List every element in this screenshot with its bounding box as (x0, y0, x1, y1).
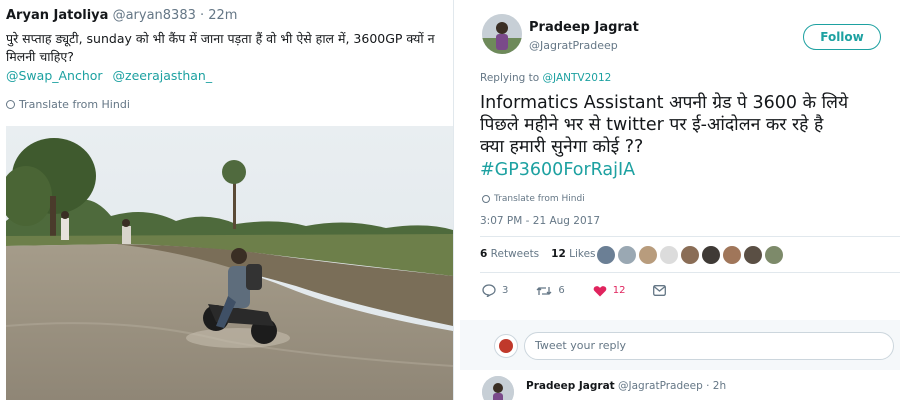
author-name[interactable]: Aryan Jatoliya (6, 8, 108, 23)
translate-link[interactable]: Translate from Hindi (6, 98, 130, 111)
user-avatar-image (499, 339, 513, 353)
hashtag-link[interactable]: #GP3600ForRajIA (480, 160, 635, 180)
author-handle[interactable]: @JagratPradeep (618, 380, 703, 392)
translate-link[interactable]: Translate from Hindi (482, 194, 585, 204)
avatar[interactable] (702, 246, 720, 264)
likes-count: 12 (551, 248, 566, 260)
avatar[interactable] (639, 246, 657, 264)
left-tweet: Aryan Jatoliya @aryan8383 · 22m पुरे सप्… (0, 0, 453, 400)
globe-icon (482, 195, 490, 203)
tweet-timestamp[interactable]: 3:07 PM - 21 Aug 2017 (480, 215, 600, 227)
tweet-time[interactable]: · 2h (706, 380, 726, 392)
divider (480, 272, 900, 273)
right-tweet: Pradeep Jagrat @JagratPradeep Follow Rep… (460, 0, 900, 400)
tweet-text: Informatics Assistant अपनी ग्रेड पे 3600… (480, 92, 900, 158)
next-reply-header: Pradeep Jagrat @JagratPradeep · 2h (526, 380, 726, 392)
author-name[interactable]: Pradeep Jagrat (526, 380, 615, 392)
translate-label: Translate from Hindi (494, 194, 585, 204)
like-button[interactable]: 12 (593, 285, 626, 297)
liker-avatars (597, 246, 783, 264)
direct-message-button[interactable] (653, 285, 667, 296)
author-handle[interactable]: @JagratPradeep (529, 39, 618, 52)
author-name[interactable]: Pradeep Jagrat (529, 20, 639, 35)
avatar-image (482, 14, 522, 54)
reply-icon (482, 284, 496, 297)
retweets-label: Retweets (490, 248, 540, 260)
avatar[interactable] (494, 334, 518, 358)
envelope-icon (653, 285, 667, 296)
tweet-photo[interactable] (6, 126, 453, 400)
avatar[interactable] (660, 246, 678, 264)
tweet-text-line: क्या हमारी सुनेगा कोई ?? (480, 137, 644, 157)
avatar[interactable] (618, 246, 636, 264)
replying-prefix: Replying to (480, 72, 540, 84)
follow-button[interactable]: Follow (803, 24, 881, 50)
replying-to: Replying to @JANTV2012 (480, 72, 611, 84)
avatar[interactable] (681, 246, 699, 264)
avatar-image (482, 376, 514, 400)
retweet-count: 6 (558, 285, 565, 296)
tweet-stats: 6 Retweets 12 Likes (480, 248, 596, 260)
globe-icon (6, 100, 15, 109)
avatar[interactable] (723, 246, 741, 264)
tweet-text: पुरे सप्ताह ड्यूटी, sunday को भी कैंप मे… (6, 31, 435, 64)
tweet-time[interactable]: · 22m (200, 8, 237, 23)
reply-count: 3 (502, 285, 509, 296)
avatar[interactable] (482, 14, 522, 54)
heart-icon (593, 285, 607, 296)
author-handle[interactable]: @aryan8383 (113, 8, 196, 23)
reply-composer: Tweet your reply (460, 320, 900, 370)
mention-link[interactable]: @zeerajasthan_ (113, 68, 213, 83)
likes-label: Likes (569, 248, 596, 260)
avatar[interactable] (744, 246, 762, 264)
retweets-stat[interactable]: 6 Retweets (480, 248, 539, 260)
avatar[interactable] (597, 246, 615, 264)
reply-button[interactable]: 3 (482, 284, 508, 297)
avatar[interactable] (765, 246, 783, 264)
avatar[interactable] (482, 376, 514, 400)
retweets-count: 6 (480, 248, 488, 260)
left-tweet-header: Aryan Jatoliya @aryan8383 · 22m (6, 8, 237, 23)
retweet-button[interactable]: 6 (536, 285, 565, 297)
tweet-text-line: Informatics Assistant अपनी ग्रेड पे 3600… (480, 93, 849, 113)
translate-label: Translate from Hindi (19, 98, 130, 111)
divider (480, 236, 900, 237)
mention-link[interactable]: @Swap_Anchor (6, 68, 103, 83)
replying-mention[interactable]: @JANTV2012 (543, 72, 612, 84)
tweet-text-line: पिछले महीने भर से twitter पर ई-आंदोलन कर… (480, 115, 824, 135)
likes-stat[interactable]: 12 Likes (551, 248, 595, 260)
like-count: 12 (612, 285, 626, 296)
retweet-icon (536, 286, 552, 295)
tweet-actions: 3 6 12 (482, 284, 694, 297)
reply-input[interactable]: Tweet your reply (524, 332, 894, 360)
tweet-mentions: @Swap_Anchor @zeerajasthan_ (6, 68, 218, 83)
